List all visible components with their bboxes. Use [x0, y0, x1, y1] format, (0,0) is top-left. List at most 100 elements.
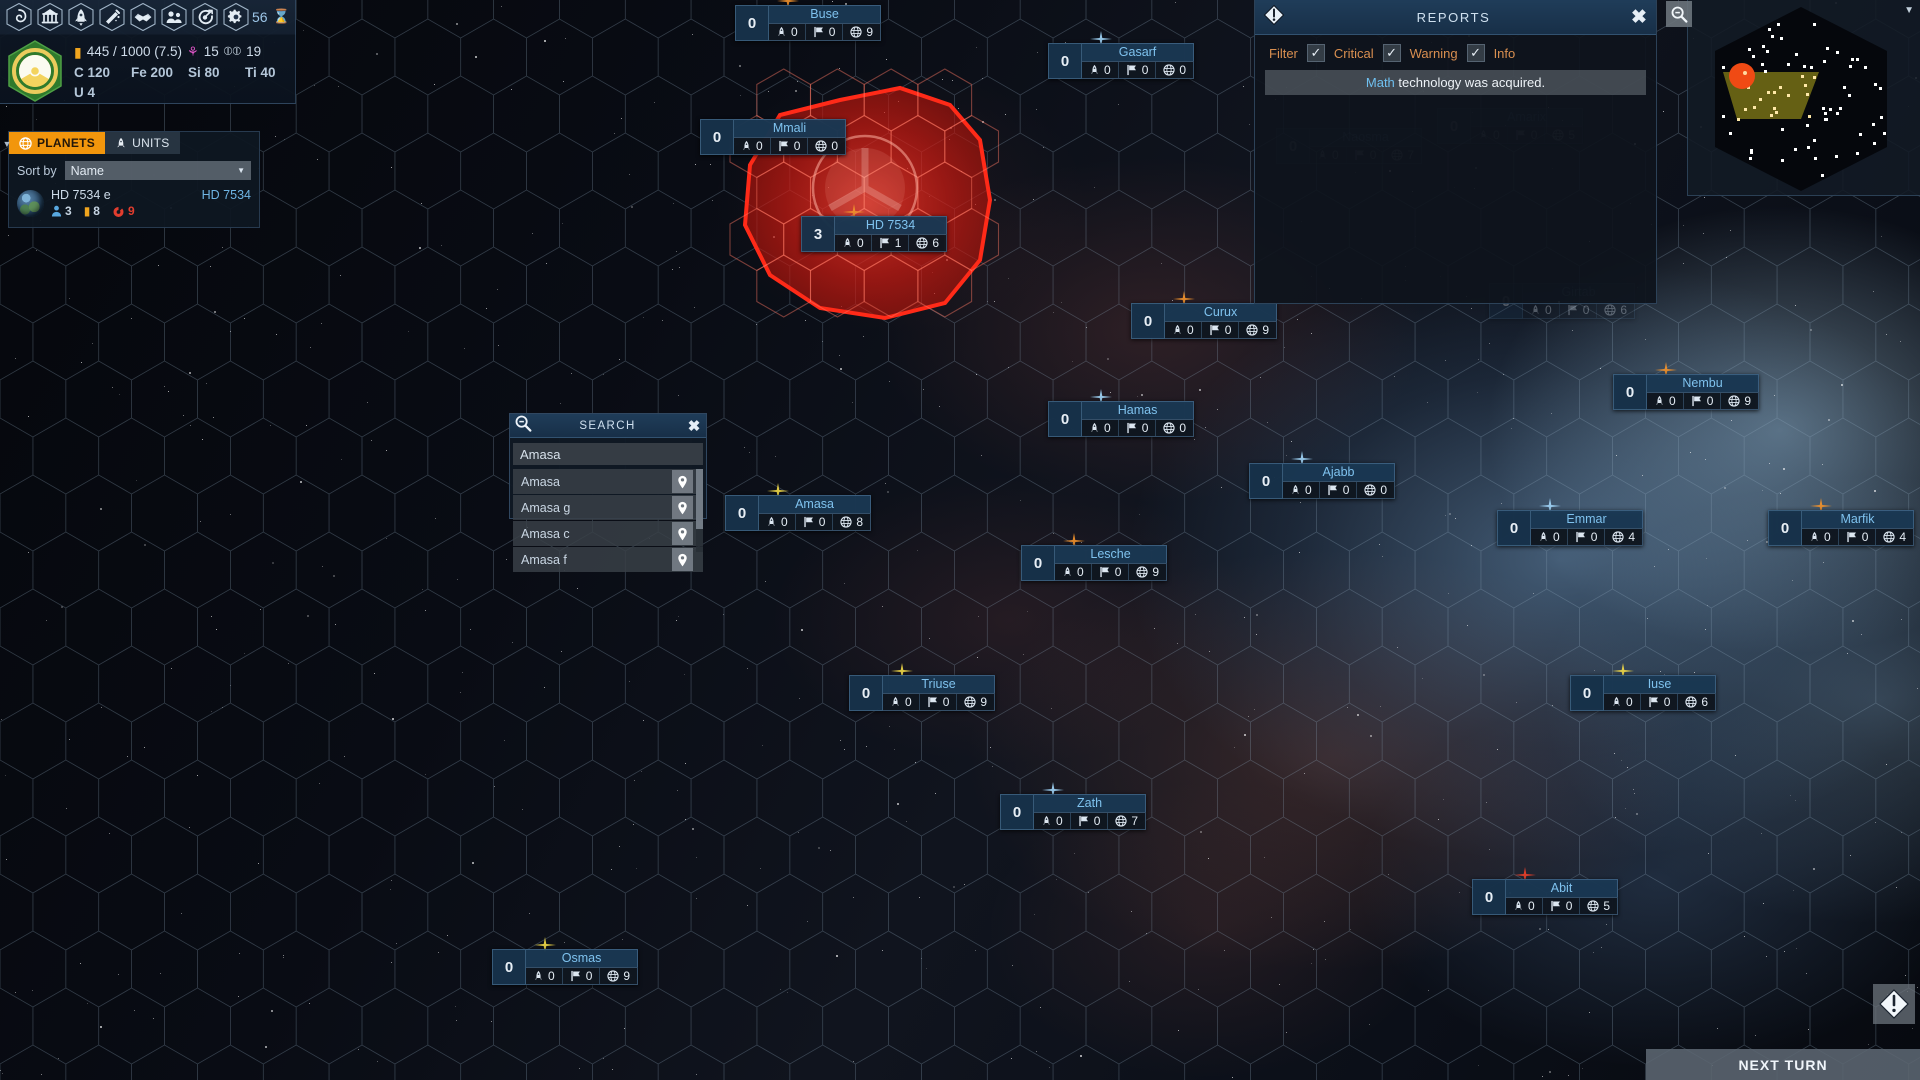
map-pin-icon[interactable] — [672, 496, 693, 519]
research-flask-icon[interactable] — [97, 2, 127, 32]
system-name: Buse — [769, 5, 882, 23]
planet-list-item[interactable]: HD 7534 e HD 7534 3 ▮ 8 9 — [9, 185, 259, 227]
search-result-item[interactable]: Amasa — [513, 469, 703, 494]
objectives-target-icon[interactable] — [190, 2, 220, 32]
minimap-panel[interactable]: ▼ — [1666, 0, 1920, 196]
system-label-mmali[interactable]: 0 Mmali 0 0 0 — [700, 119, 847, 155]
system-label-lesche[interactable]: 0 Lesche 0 0 9 — [1021, 545, 1168, 581]
system-fleet-count: 0 — [1048, 43, 1082, 79]
hourglass-icon: ⌛ — [272, 8, 291, 24]
reports-filter-row: Filter ✓ Critical ✓ Warning ✓ Info — [1255, 35, 1656, 70]
system-planets: 9 — [843, 24, 880, 40]
alert-button[interactable] — [1873, 984, 1915, 1024]
search-result-item[interactable]: Amasa g — [513, 495, 703, 520]
panel-collapse-arrow[interactable]: ▼ — [1, 137, 13, 151]
reports-titlebar: REPORTS ✖ — [1255, 0, 1656, 35]
warning-checkbox[interactable]: ✓ — [1466, 44, 1485, 62]
system-ships: 0 — [1531, 529, 1568, 545]
close-icon[interactable]: ✖ — [682, 417, 706, 435]
game-screen: 0Buse0090Gasarf0000Mmali0000Naosma0070Am… — [0, 0, 1920, 1080]
system-ships: 0 — [1055, 564, 1092, 580]
system-name: Zath — [1034, 794, 1147, 812]
system-stats: 008 — [759, 513, 872, 531]
system-label-amasa[interactable]: 0 Amasa 0 0 8 — [725, 495, 872, 531]
system-planets: 6 — [1678, 694, 1715, 710]
rocket-icon[interactable] — [66, 2, 96, 32]
search-scrollbar[interactable] — [696, 469, 703, 552]
alert-diamond-icon — [1263, 4, 1285, 31]
tab-units[interactable]: UNITS — [105, 132, 180, 154]
search-result-item[interactable]: Amasa c — [513, 521, 703, 546]
system-label-ajabb[interactable]: 0 Ajabb 0 0 0 — [1249, 463, 1396, 499]
search-input[interactable]: Amasa — [513, 443, 703, 465]
diplomacy-handshake-icon[interactable] — [128, 2, 158, 32]
unrest-icon — [113, 205, 124, 217]
system-name: Osmas — [526, 949, 639, 967]
system-outposts: 0 — [1543, 898, 1581, 914]
galaxy-icon[interactable] — [4, 2, 34, 32]
resource-row: ▮ 445 / 1000 (7.5) ⚘ 15 ⦶⦶ 19 C 120 Fe 2… — [0, 33, 295, 103]
settings-gear-icon[interactable] — [221, 2, 251, 32]
map-pin-icon[interactable] — [672, 522, 693, 545]
system-outposts: 0 — [1119, 62, 1157, 78]
system-planets: 4 — [1605, 529, 1642, 545]
system-label-marfik[interactable]: 0 Marfik 0 0 4 — [1768, 510, 1915, 546]
report-item[interactable]: Math technology was acquired. — [1265, 70, 1646, 95]
minimap-galaxy[interactable] — [1697, 4, 1905, 194]
system-label-iuse[interactable]: 0 Iuse 0 0 6 — [1570, 675, 1717, 711]
system-label-buse[interactable]: 0 Buse 0 0 9 — [735, 5, 882, 41]
system-label-zath[interactable]: 0 Zath 0 0 7 — [1000, 794, 1147, 830]
reports-panel: REPORTS ✖ Filter ✓ Critical ✓ Warning ✓ … — [1254, 0, 1657, 304]
system-outposts: 0 — [1684, 393, 1722, 409]
population-icon[interactable] — [159, 2, 189, 32]
system-outposts: 0 — [1320, 482, 1358, 498]
planet-population: 3 — [51, 204, 72, 218]
system-name: Amasa — [759, 495, 872, 513]
sort-select[interactable]: Name ▼ — [64, 161, 251, 180]
system-fleet-count: 0 — [700, 119, 734, 155]
map-pin-icon[interactable] — [672, 470, 693, 493]
tab-planets[interactable]: PLANETS — [9, 132, 106, 154]
system-planets: 9 — [957, 694, 994, 710]
system-fleet-count: 0 — [1570, 675, 1604, 711]
system-label-abit[interactable]: 0 Abit 0 0 5 — [1472, 879, 1619, 915]
critical-checkbox[interactable]: ✓ — [1382, 44, 1401, 62]
system-label-gasarf[interactable]: 0 Gasarf 0 0 0 — [1048, 43, 1195, 79]
population-icon — [51, 205, 62, 217]
system-label-hd-7534[interactable]: 3 HD 7534 0 1 6 — [801, 216, 948, 252]
filter-checkbox[interactable]: ✓ — [1306, 44, 1325, 62]
search-result-item[interactable]: Amasa f — [513, 547, 703, 572]
system-ships: 0 — [1082, 420, 1119, 436]
system-label-curux[interactable]: 0 Curux 0 0 9 — [1131, 303, 1278, 339]
system-stats: 009 — [1055, 563, 1168, 581]
system-label-nembu[interactable]: 0 Nembu 0 0 9 — [1613, 374, 1760, 410]
planet-system: HD 7534 — [201, 188, 251, 202]
system-label-hamas[interactable]: 0 Hamas 0 0 0 — [1048, 401, 1195, 437]
minimap-search-icon[interactable] — [1666, 1, 1692, 27]
warning-label: Warning — [1409, 45, 1458, 61]
system-label-triuse[interactable]: 0 Triuse 0 0 9 — [849, 675, 996, 711]
close-icon[interactable]: ✖ — [1622, 8, 1656, 27]
system-planets: 9 — [600, 968, 637, 984]
search-titlebar: SEARCH ✖ — [510, 414, 706, 438]
mineral-si: Si 80 — [188, 65, 220, 81]
map-pin-icon[interactable] — [672, 548, 693, 571]
chevron-down-icon[interactable]: ▼ — [1904, 5, 1914, 16]
search-result-name: Amasa c — [521, 526, 570, 541]
system-name: Iuse — [1604, 675, 1717, 693]
system-planets: 9 — [1239, 322, 1276, 338]
system-planets: 7 — [1108, 813, 1145, 829]
search-icon — [514, 414, 533, 438]
next-turn-button[interactable]: NEXT TURN — [1646, 1049, 1920, 1080]
sort-label: Sort by — [17, 163, 57, 178]
system-ships: 0 — [1506, 898, 1543, 914]
faction-emblem-icon — [4, 39, 66, 103]
system-outposts: 0 — [1641, 694, 1679, 710]
system-name: Marfik — [1802, 510, 1915, 528]
planet-stats: 3 ▮ 8 9 — [51, 204, 251, 218]
system-outposts: 0 — [1839, 529, 1877, 545]
system-label-emmar[interactable]: 0 Emmar 0 0 4 — [1497, 510, 1644, 546]
system-outposts: 1 — [872, 235, 910, 251]
system-label-osmas[interactable]: 0 Osmas 0 0 9 — [492, 949, 639, 985]
government-icon[interactable] — [35, 2, 65, 32]
